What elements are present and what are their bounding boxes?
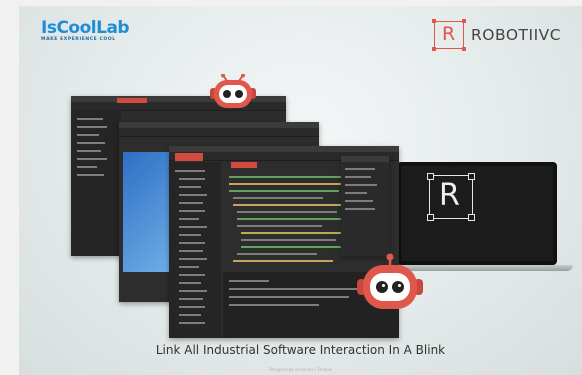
poster: IsCoolLab MAKE EXPERIENCE COOL R ROBOTII… [19,6,582,375]
robotiivc-glyph: R [442,23,456,45]
robotiivc-logo: R ROBOTIIVC [432,19,562,51]
laptop-screen [397,162,557,265]
robotiivc-wordmark: ROBOTIIVC [471,26,562,44]
tagline: Link All Industrial Software Interaction… [155,343,446,357]
project-tab[interactable] [175,153,203,161]
robot-mascot-top [210,74,256,108]
active-tab[interactable] [117,98,147,103]
credit-text: Designed by iscoolnav | Freepik [268,367,333,372]
iscoollab-wordmark: IsCoolLab [41,18,130,38]
laptop-r-logo: R [427,173,475,221]
laptop-r-glyph: R [439,178,460,213]
editor-tab[interactable] [231,162,257,168]
desktop-preview [123,152,175,272]
sidebar-panel [71,110,121,256]
robotiivc-mark: R [432,19,466,51]
iscoollab-logo: IsCoolLab MAKE EXPERIENCE COOL [41,18,130,42]
robot-mascot-bottom [357,253,423,309]
properties-panel [341,156,389,256]
iscoollab-tagline: MAKE EXPERIENCE COOL [41,37,116,42]
